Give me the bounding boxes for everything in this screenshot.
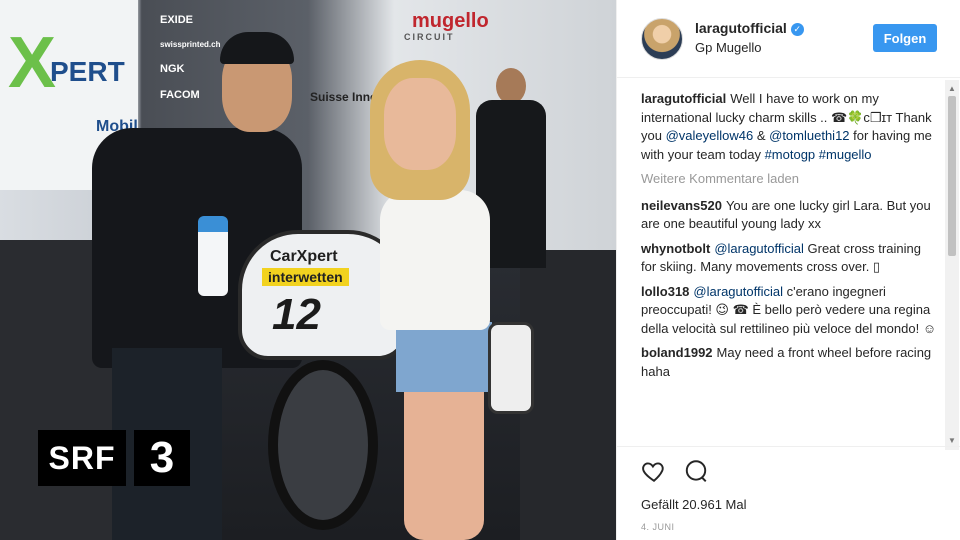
divider (617, 446, 960, 447)
caption: laragutofficial Well I have to work on my… (641, 90, 939, 164)
carxpert-x-logo: X (8, 23, 57, 103)
srf3-channel-number: 3 (134, 430, 190, 486)
post-date: 4. JUNI (641, 522, 675, 532)
comment-author[interactable]: lollo318 (641, 284, 689, 299)
comments-list[interactable]: laragutofficial Well I have to work on my… (641, 90, 939, 440)
scroll-up-arrow-icon[interactable]: ▲ (948, 84, 956, 93)
mention-link[interactable]: @laragutofficial (693, 284, 783, 299)
hashtag-link[interactable]: #mugello (819, 147, 872, 162)
bike-logo: CarXpert (270, 248, 338, 265)
mugello-logo: mugello (412, 10, 489, 32)
scroll-down-arrow-icon[interactable]: ▼ (948, 436, 956, 445)
caption-author[interactable]: laragutofficial (641, 91, 726, 106)
comments-scrollbar[interactable]: ▲ ▼ (945, 80, 959, 450)
mention-link[interactable]: @laragutofficial (714, 241, 804, 256)
username-text[interactable]: laragutofficial (695, 20, 787, 36)
comment-item: neilevans520 You are one lucky girl Lara.… (641, 197, 939, 234)
comment-item: lollo318 @laragutofficial c'erano ingegne… (641, 283, 939, 339)
verified-badge-icon: ✓ (790, 23, 804, 36)
handbag (488, 322, 534, 414)
mention-link[interactable]: @valeyellow46 (666, 128, 754, 143)
caption-text: & (753, 128, 770, 143)
location-link[interactable]: Gp Mugello (695, 40, 761, 55)
comment-author[interactable]: whynotbolt (641, 241, 710, 256)
post-sidebar: laragutofficial ✓ Gp Mugello Folgen larag… (616, 0, 960, 540)
comment-author[interactable]: boland1992 (641, 345, 713, 360)
hashtag-link[interactable]: #motogp (765, 147, 816, 162)
comment-author[interactable]: neilevans520 (641, 198, 722, 213)
mention-link[interactable]: @tomluethi12 (769, 128, 849, 143)
srf-watermark: SRF (38, 430, 126, 486)
circuit-label: CIRCUIT (404, 32, 455, 42)
comment-item: boland1992 May need a front wheel before … (641, 344, 939, 381)
skier-figure (370, 60, 540, 540)
likes-count[interactable]: Gefällt 20.961 Mal (641, 497, 747, 512)
front-wheel (268, 360, 378, 530)
bike-sponsor: interwetten (262, 268, 349, 286)
comment-item: whynotbolt @laragutofficial Great cross t… (641, 240, 939, 277)
avatar[interactable] (641, 18, 683, 60)
load-more-comments-link[interactable]: Weitere Kommentare laden (641, 170, 939, 189)
scrollbar-thumb[interactable] (948, 96, 956, 256)
bike-number: 12 (272, 290, 321, 339)
post-photo[interactable]: X PERT Mobil EXIDE swissprinted.ch NGK F… (0, 0, 616, 540)
like-heart-icon[interactable] (641, 458, 669, 486)
comment-bubble-icon[interactable] (683, 458, 711, 486)
post-author-username[interactable]: laragutofficial ✓ (695, 20, 804, 36)
post-header: laragutofficial ✓ Gp Mugello Folgen (617, 0, 960, 78)
follow-button[interactable]: Folgen (873, 24, 937, 52)
water-bottle (198, 216, 228, 296)
